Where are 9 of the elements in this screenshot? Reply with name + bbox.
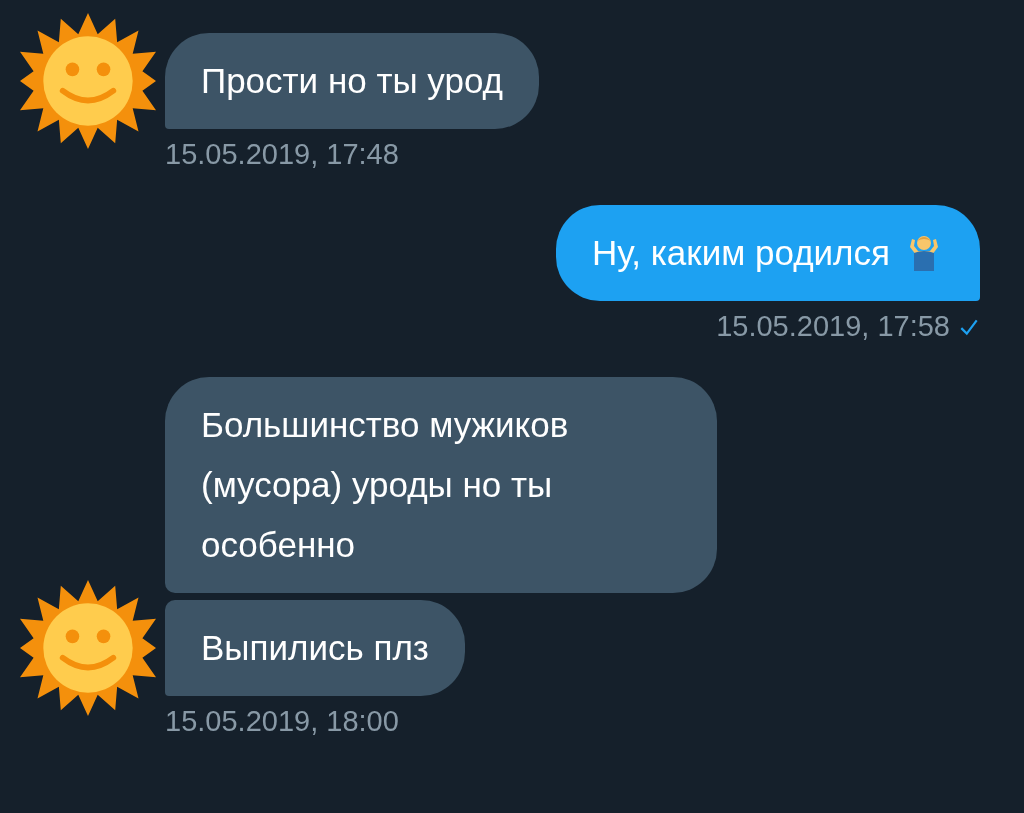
message-bubble: Выпились плз [165, 600, 465, 696]
sun-avatar-icon [20, 13, 156, 149]
message-timestamp: 15.05.2019, 17:48 [165, 138, 399, 171]
message-bubble: Большинство мужиков (мусора) уроды но ты особенно [165, 377, 717, 593]
message-bubble: Прости но ты урод [165, 33, 539, 129]
sun-avatar-icon [20, 580, 156, 716]
message-bubble: Ну, каким родился [556, 205, 980, 301]
message-timestamp: 15.05.2019, 17:58 [716, 310, 950, 343]
message-timestamp: 15.05.2019, 18:00 [165, 705, 399, 738]
